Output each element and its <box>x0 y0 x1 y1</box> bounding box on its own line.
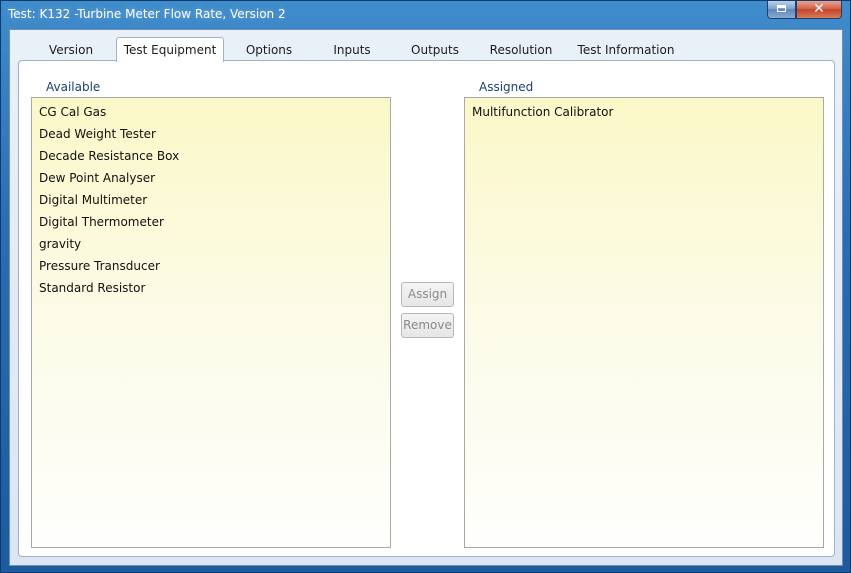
dialog-body: Version Test Equipment Options Inputs Ou… <box>9 29 843 566</box>
tab-resolution[interactable]: Resolution <box>483 39 559 61</box>
tab-version[interactable]: Version <box>40 39 102 61</box>
list-item[interactable]: Pressure Transducer <box>32 257 390 279</box>
close-icon: ✕ <box>813 1 825 17</box>
list-item[interactable]: Dead Weight Tester <box>32 125 390 147</box>
assign-button[interactable]: Assign <box>401 282 454 307</box>
assigned-list[interactable]: Multifunction Calibrator <box>464 97 824 548</box>
list-item[interactable]: Digital Thermometer <box>32 213 390 235</box>
tab-inputs[interactable]: Inputs <box>324 39 380 61</box>
test-equipment-panel: Available Assigned CG Cal Gas Dead Weigh… <box>18 60 835 557</box>
list-item[interactable]: gravity <box>32 235 390 257</box>
maximize-icon <box>777 5 786 12</box>
close-button[interactable]: ✕ <box>796 1 842 19</box>
list-item[interactable]: Digital Multimeter <box>32 191 390 213</box>
list-item[interactable]: Standard Resistor <box>32 279 390 301</box>
window-title: Test: K132 -Turbine Meter Flow Rate, Ver… <box>8 7 286 21</box>
tab-options[interactable]: Options <box>238 39 300 61</box>
tab-outputs[interactable]: Outputs <box>403 39 467 61</box>
list-item[interactable]: Multifunction Calibrator <box>465 103 823 125</box>
dialog-window: Test: K132 -Turbine Meter Flow Rate, Ver… <box>0 0 851 573</box>
available-label: Available <box>46 80 101 94</box>
title-bar[interactable]: Test: K132 -Turbine Meter Flow Rate, Ver… <box>1 1 850 29</box>
list-item[interactable]: CG Cal Gas <box>32 103 390 125</box>
tab-strip: Version Test Equipment Options Inputs Ou… <box>10 37 842 62</box>
tab-test-equipment[interactable]: Test Equipment <box>116 37 224 62</box>
list-item[interactable]: Decade Resistance Box <box>32 147 390 169</box>
tab-test-information[interactable]: Test Information <box>576 39 676 61</box>
assigned-label: Assigned <box>479 80 534 94</box>
maximize-button[interactable] <box>767 1 796 19</box>
available-list[interactable]: CG Cal Gas Dead Weight Tester Decade Res… <box>31 97 391 548</box>
remove-button[interactable]: Remove <box>401 313 454 338</box>
list-item[interactable]: Dew Point Analyser <box>32 169 390 191</box>
